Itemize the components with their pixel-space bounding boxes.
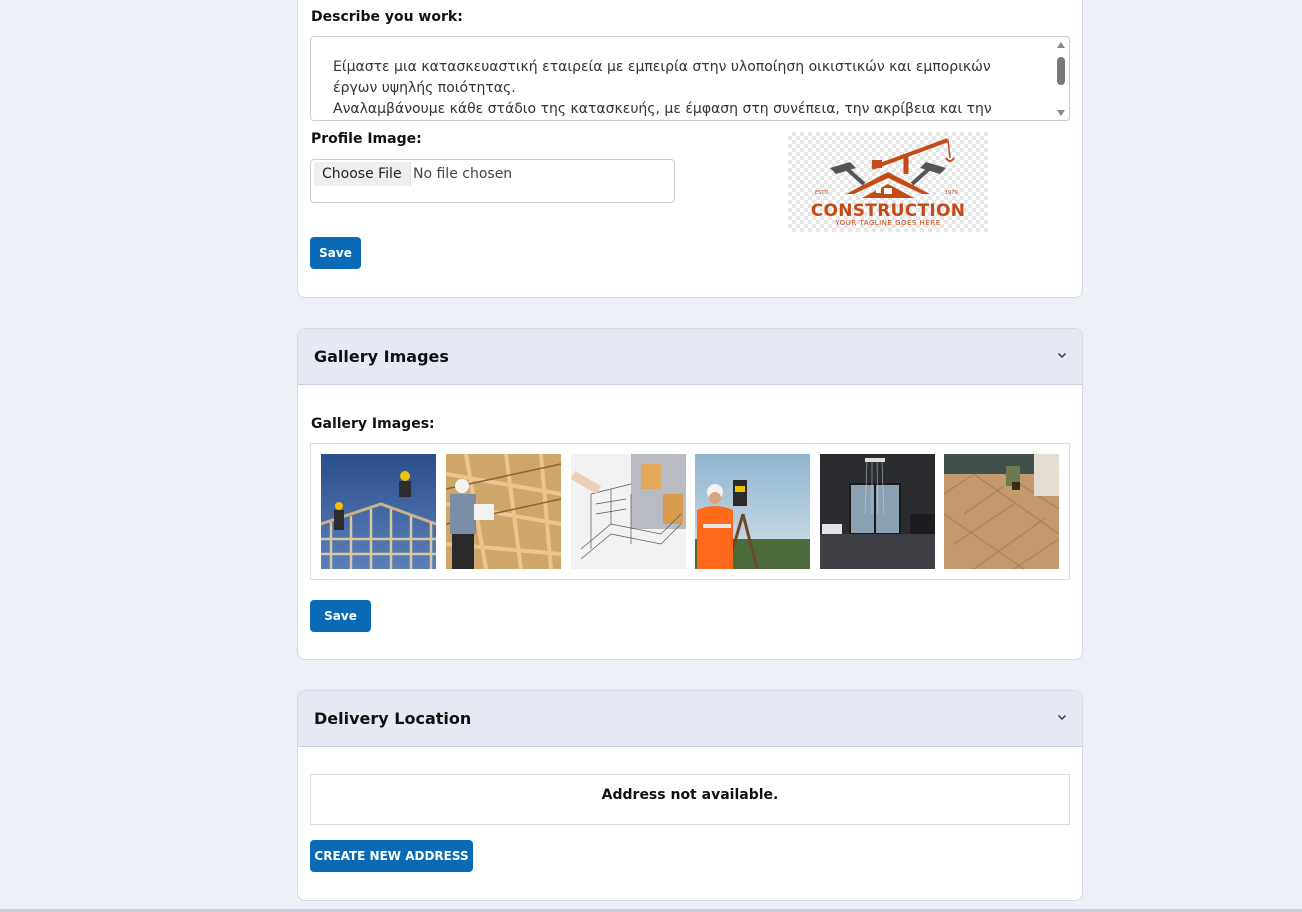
save-gallery-button[interactable]: Save — [310, 600, 371, 632]
logo-title-text: CONSTRUCTION — [810, 201, 966, 221]
gallery-images-label: Gallery Images: — [311, 416, 435, 432]
profile-card: Describe you work: Είμαστε μια κατασκευα… — [297, 0, 1083, 298]
gallery-image-architect-sketch[interactable] — [571, 454, 686, 569]
gallery-image-roof-framers[interactable] — [321, 454, 436, 569]
gallery-image-timber-inspector[interactable] — [446, 454, 561, 569]
gallery-accordion-header[interactable]: Gallery Images — [298, 329, 1082, 385]
gallery-image-surveyor[interactable] — [695, 454, 810, 569]
chevron-down-icon[interactable] — [1056, 711, 1068, 723]
scroll-up-arrow-icon[interactable] — [1057, 42, 1065, 48]
delivery-accordion-header[interactable]: Delivery Location — [298, 691, 1082, 747]
scroll-thumb[interactable] — [1057, 57, 1065, 85]
gallery-image-bathroom[interactable] — [820, 454, 935, 569]
logo-year-text: 1979 — [945, 190, 958, 196]
textarea-scrollbar[interactable] — [1053, 37, 1069, 120]
address-empty-message: Address not available. — [310, 774, 1070, 825]
logo-estd-text: ESTD — [815, 190, 829, 196]
file-status-text: No file chosen — [413, 166, 513, 182]
gallery-image-herringbone-floor[interactable] — [944, 454, 1059, 569]
describe-work-label: Describe you work: — [311, 9, 463, 25]
scroll-down-arrow-icon[interactable] — [1057, 110, 1065, 116]
create-new-address-button[interactable]: CREATE NEW ADDRESS — [310, 840, 473, 872]
describe-work-text: Είμαστε μια κατασκευαστική εταιρεία με ε… — [333, 59, 992, 117]
choose-file-button[interactable]: Choose File — [314, 162, 411, 186]
save-profile-button[interactable]: Save — [310, 237, 361, 269]
chevron-down-icon[interactable] — [1056, 349, 1068, 361]
delivery-accordion-title: Delivery Location — [314, 709, 472, 728]
describe-work-textarea[interactable]: Είμαστε μια κατασκευαστική εταιρεία με ε… — [310, 36, 1070, 121]
gallery-images-list — [310, 443, 1070, 580]
logo-tagline-text: YOUR TAGLINE GOES HERE — [835, 219, 941, 227]
gallery-accordion-title: Gallery Images — [314, 347, 449, 366]
profile-image-label: Profile Image: — [311, 131, 422, 147]
profile-image-preview: ESTD 1979 CONSTRUCTION YOUR TAGLINE GOES… — [788, 132, 988, 232]
profile-image-file-input[interactable]: Choose File No file chosen — [310, 159, 675, 203]
delivery-card: Delivery Location Address not available.… — [297, 690, 1083, 901]
gallery-card: Gallery Images Gallery Images: Save — [297, 328, 1083, 660]
